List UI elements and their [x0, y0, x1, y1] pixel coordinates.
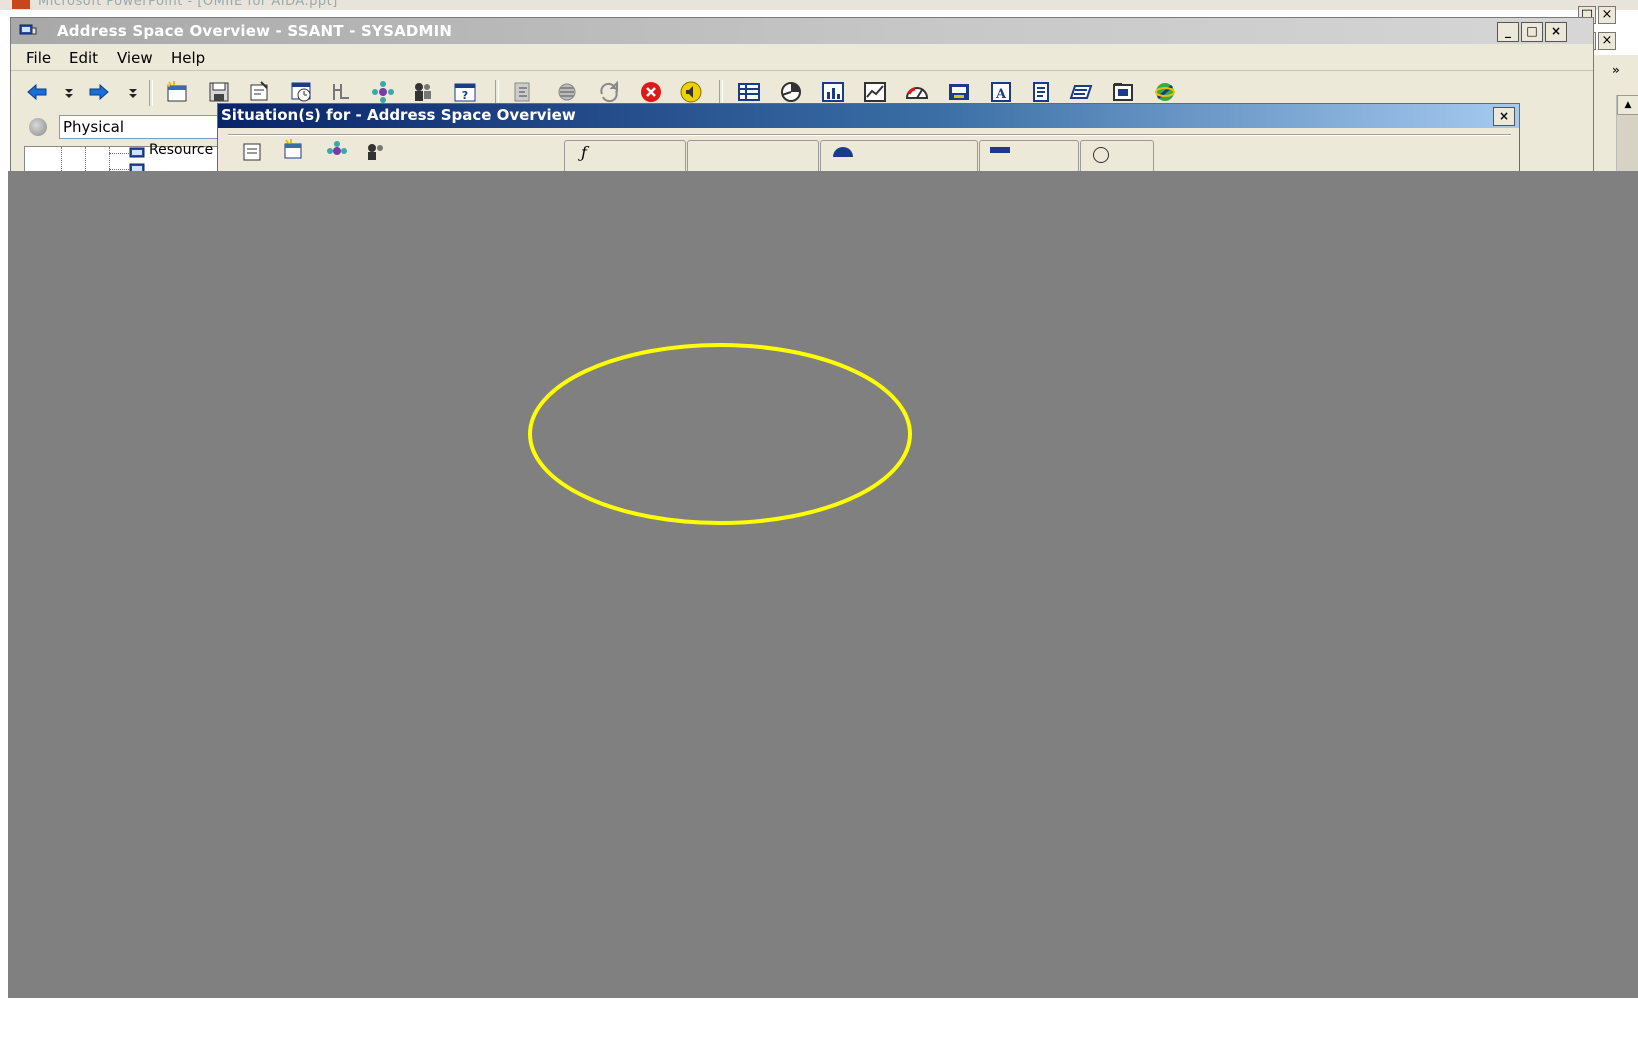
background-doc-close-button[interactable]: ×: [1598, 32, 1616, 50]
expert-advice-icon: [833, 147, 853, 157]
resource-node-icon: [129, 147, 145, 158]
properties-icon[interactable]: [247, 80, 271, 104]
refresh-icon[interactable]: [597, 80, 621, 104]
dialog-titlebar[interactable]: Situation(s) for - Address Space Overvie…: [218, 104, 1519, 128]
physical-view-icon: [29, 118, 47, 136]
dialog-close-button[interactable]: ×: [1493, 107, 1515, 126]
toolbar-overflow-chevron[interactable]: »: [1612, 63, 1620, 77]
menu-edit[interactable]: Edit: [69, 49, 98, 67]
svg-text:?: ?: [462, 89, 468, 102]
background-app-title-text: Microsoft PowerPoint - [OMIIE for AIDA.p…: [38, 0, 338, 9]
minimize-button[interactable]: _: [1497, 22, 1519, 42]
formula-icon: ƒ: [581, 143, 587, 162]
create-situation-icon[interactable]: [282, 138, 304, 160]
menu-help[interactable]: Help: [171, 49, 205, 67]
topology-icon[interactable]: [371, 80, 395, 104]
sound-icon[interactable]: [679, 80, 703, 104]
message-log-icon[interactable]: [1069, 80, 1093, 104]
background-app-title: Microsoft PowerPoint - [OMIIE for AIDA.p…: [0, 0, 520, 10]
table-view-icon[interactable]: [737, 80, 761, 104]
maximize-button[interactable]: □: [1521, 22, 1543, 42]
back-arrow-icon[interactable]: [25, 80, 49, 104]
forward-dropdown-icon[interactable]: [121, 80, 137, 104]
dialog-title: Situation(s) for - Address Space Overvie…: [221, 106, 576, 124]
terminal-view-icon[interactable]: [1111, 80, 1135, 104]
workspace-icon: [19, 24, 37, 35]
take-action-icon[interactable]: [1029, 80, 1053, 104]
users-icon[interactable]: [411, 80, 435, 104]
situation-list-icon[interactable]: [242, 140, 264, 162]
forward-arrow-icon[interactable]: [87, 80, 111, 104]
toolbar-separator: [149, 80, 153, 106]
link-icon[interactable]: [329, 80, 353, 104]
pie-chart-icon[interactable]: [779, 80, 803, 104]
event-console-icon[interactable]: [555, 80, 579, 104]
svg-text:A: A: [995, 87, 1007, 102]
back-dropdown-icon[interactable]: [57, 80, 73, 104]
window-title: Address Space Overview - SSANT - SYSADMI…: [57, 22, 453, 40]
menu-view[interactable]: View: [117, 49, 153, 67]
situation-tree-icon[interactable]: [326, 140, 348, 162]
menubar: File Edit View Help: [11, 46, 1593, 71]
new-workspace-icon[interactable]: [165, 80, 189, 104]
event-view-icon[interactable]: A: [989, 80, 1013, 104]
navigator-pane: Physical Resource: [19, 112, 234, 178]
menu-file[interactable]: File: [26, 49, 51, 67]
until-clock-icon: [1093, 147, 1109, 163]
bar-chart-icon[interactable]: [821, 80, 845, 104]
browser-icon[interactable]: [1153, 80, 1177, 104]
window-titlebar[interactable]: Address Space Overview - SSANT - SYSADMI…: [11, 18, 1593, 44]
dialog-divider: [228, 134, 1511, 136]
timespan-icon[interactable]: [289, 80, 313, 104]
tree-item-label[interactable]: Resource: [149, 142, 213, 154]
help-icon[interactable]: ?: [453, 80, 477, 104]
situation-filter-icon[interactable]: [364, 140, 386, 162]
scroll-up-button[interactable]: ▲: [1617, 95, 1638, 115]
plot-chart-icon[interactable]: [863, 80, 887, 104]
action-icon: [990, 147, 1010, 153]
gray-overlay: [8, 171, 1638, 998]
notepad-icon[interactable]: [947, 80, 971, 104]
view-selector[interactable]: Physical: [59, 115, 234, 139]
save-icon[interactable]: [207, 80, 231, 104]
powerpoint-icon: [12, 0, 30, 9]
background-close-button[interactable]: ×: [1598, 6, 1616, 24]
background-app-titlebar: Microsoft PowerPoint - [OMIIE for AIDA.p…: [0, 0, 1638, 10]
gauge-icon[interactable]: [905, 80, 929, 104]
highlight-ellipse: [528, 343, 912, 525]
situation-editor-icon[interactable]: [511, 80, 535, 104]
bottom-margin: [0, 998, 1638, 1042]
situations-dialog: Situation(s) for - Address Space Overvie…: [217, 103, 1520, 179]
background-right-toolbar: » ▲: [1592, 55, 1638, 185]
close-button[interactable]: ×: [1545, 22, 1567, 42]
stop-icon[interactable]: [639, 80, 663, 104]
